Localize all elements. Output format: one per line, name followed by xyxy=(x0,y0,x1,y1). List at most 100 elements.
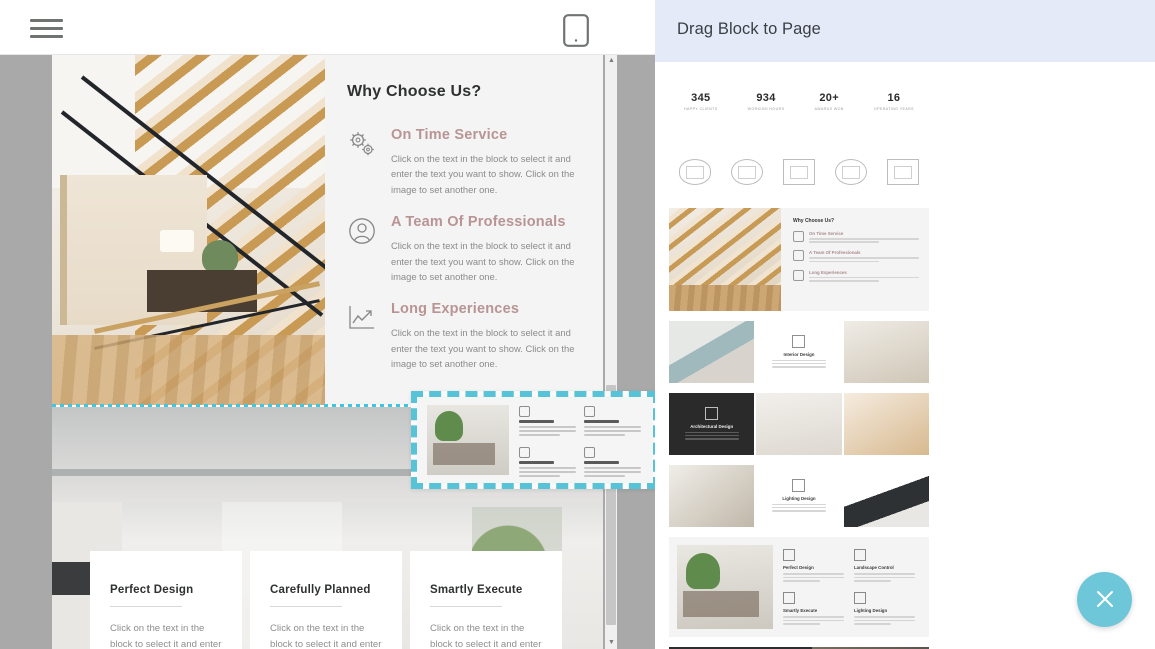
thumbnail-image xyxy=(669,208,781,311)
card-body: Click on the text in the block to select… xyxy=(270,623,382,649)
lightbulb-icon xyxy=(792,478,806,492)
thumbnail-image xyxy=(669,321,755,383)
feature-title: Long Experiences xyxy=(391,301,520,318)
hero-image[interactable] xyxy=(52,55,325,405)
logo-badge-icon xyxy=(679,159,711,185)
thumbnail-grid: Perfect Design Landscape Control Smartly… xyxy=(773,545,921,629)
scroll-up-arrow-icon[interactable]: ▲ xyxy=(608,57,615,64)
page-canvas[interactable]: Why Choose Us? On Time Service Click on … xyxy=(0,55,655,649)
stat-item: 16 OPERATING YEARS xyxy=(874,92,914,111)
card-title: Smartly Execute xyxy=(430,584,523,596)
feature-title: Long Experiences xyxy=(809,269,847,275)
feature-icon xyxy=(793,250,804,262)
close-icon xyxy=(1096,591,1113,607)
stat-number: 934 xyxy=(756,91,776,104)
stat-item: 934 WORKING HOURS xyxy=(748,92,785,111)
hamburger-icon[interactable] xyxy=(30,19,63,38)
stat-label: WORKING HOURS xyxy=(747,106,785,111)
lightbulb-icon xyxy=(854,592,866,604)
stat-item: 345 HAPPY CLIENTS xyxy=(684,92,718,111)
thumbnail-title: Architectural Design xyxy=(690,423,734,429)
app-root: Why Choose Us? On Time Service Click on … xyxy=(0,0,1155,649)
card[interactable]: Perfect Design Click on the text in the … xyxy=(90,551,242,649)
tree-icon xyxy=(854,549,866,561)
thumbnail-copy: Lighting Design xyxy=(756,465,842,527)
card[interactable]: Carefully Planned Click on the text in t… xyxy=(250,551,402,649)
grid-title: Landscape Control xyxy=(854,565,894,570)
drag-preview xyxy=(417,397,653,483)
hamburger-bar xyxy=(30,35,63,38)
staircase-photo xyxy=(52,55,325,405)
ruler-icon xyxy=(783,592,795,604)
drag-preview-grid xyxy=(515,397,653,483)
block-thumbnail-why-choose-us[interactable]: Why Choose Us? On Time Service A Team Of… xyxy=(669,208,929,311)
drag-preview-image xyxy=(427,405,509,475)
thumbnail-feature-row: Long Experiences xyxy=(793,269,919,283)
block-thumbnail-architectural-design[interactable]: Architectural Design xyxy=(669,393,929,455)
page-content: Why Choose Us? On Time Service Click on … xyxy=(52,55,603,649)
thumbnail-image xyxy=(669,465,755,527)
canvas-scrollbar[interactable]: ▲ ▼ xyxy=(605,55,617,649)
grid-title: Lighting Design xyxy=(854,608,888,613)
why-choose-us-copy: Why Choose Us? On Time Service Click on … xyxy=(325,55,603,405)
feature-icon xyxy=(793,269,804,281)
hamburger-bar xyxy=(30,27,63,30)
thumbnail-copy: Interior Design xyxy=(756,321,842,383)
thumbnail-title: Lighting Design xyxy=(782,495,816,501)
scroll-down-arrow-icon[interactable]: ▼ xyxy=(608,639,615,646)
block-thumbnail-interior-design[interactable]: Interior Design xyxy=(669,321,929,383)
card[interactable]: Smartly Execute Click on the text in the… xyxy=(410,551,562,649)
page-title: Why Choose Us? xyxy=(347,83,482,100)
card-title: Perfect Design xyxy=(110,584,194,596)
thumbnail-title: Interior Design xyxy=(783,351,815,357)
card-divider xyxy=(430,606,502,607)
feature-title: A Team Of Professionals xyxy=(391,214,566,231)
thumbnail-image xyxy=(843,393,929,455)
thumbnail-title: Why Choose Us? xyxy=(793,218,835,224)
block-thumbnail-list[interactable]: 345 HAPPY CLIENTS 934 WORKING HOURS 20+ … xyxy=(655,62,943,649)
thumbnail-image xyxy=(843,465,929,527)
stat-label: HAPPY CLIENTS xyxy=(684,106,718,111)
close-panel-button[interactable] xyxy=(1077,572,1132,627)
block-thumbnail-stats[interactable]: 345 HAPPY CLIENTS 934 WORKING HOURS 20+ … xyxy=(669,62,929,136)
stat-number: 345 xyxy=(691,91,711,104)
logo-badge-icon xyxy=(835,159,867,185)
stat-label: AWARDS WON xyxy=(814,106,844,111)
block-thumbnail-feature-grid[interactable]: Perfect Design Landscape Control Smartly… xyxy=(669,537,929,637)
thumbnail-image xyxy=(756,393,842,455)
stat-item: 20+ AWARDS WON xyxy=(815,92,844,111)
logo-badge-icon xyxy=(887,159,919,185)
feature-title: A Team Of Professionals xyxy=(809,250,861,256)
card-title: Carefully Planned xyxy=(270,584,371,596)
feature-item[interactable]: Long Experiences Click on the text in th… xyxy=(347,301,579,371)
feature-body: Click on the text in the block to select… xyxy=(391,327,575,370)
section-why-choose-us[interactable]: Why Choose Us? On Time Service Click on … xyxy=(52,55,603,405)
wrench-icon xyxy=(783,549,795,561)
thumbnail-feature-row: A Team Of Professionals xyxy=(793,250,919,263)
feature-item[interactable]: A Team Of Professionals Click on the tex… xyxy=(347,214,579,284)
panel-header: Drag Block to Page xyxy=(655,0,1155,62)
thumbnail-copy: Why Choose Us? On Time Service A Team Of… xyxy=(781,208,929,311)
drag-drop-placeholder[interactable] xyxy=(411,391,655,489)
editor-toolbar xyxy=(0,0,655,55)
stat-label: OPERATING YEARS xyxy=(873,106,914,111)
blueprint-icon xyxy=(705,406,719,420)
feature-title: On Time Service xyxy=(809,231,844,236)
stat-number: 20+ xyxy=(819,91,839,104)
feature-body: Click on the text in the block to select… xyxy=(391,240,575,283)
thumbnail-feature-row: On Time Service xyxy=(793,231,919,244)
card-body: Click on the text in the block to select… xyxy=(430,623,542,649)
feature-body: Click on the text in the block to select… xyxy=(391,153,575,195)
user-circle-icon xyxy=(347,216,377,246)
mobile-phone-icon[interactable] xyxy=(563,14,593,47)
grid-title: Perfect Design xyxy=(783,565,814,570)
stat-number: 16 xyxy=(887,91,901,104)
thumbnail-image xyxy=(677,545,773,629)
trend-chart-icon xyxy=(347,303,377,333)
home-icon xyxy=(792,334,806,348)
block-thumbnail-lighting-design[interactable]: Lighting Design xyxy=(669,465,929,527)
feature-item[interactable]: On Time Service Click on the text in the… xyxy=(347,127,579,197)
block-thumbnail-logos[interactable] xyxy=(669,144,929,200)
feature-icon xyxy=(793,231,804,242)
cards-row: Perfect Design Click on the text in the … xyxy=(52,551,603,649)
